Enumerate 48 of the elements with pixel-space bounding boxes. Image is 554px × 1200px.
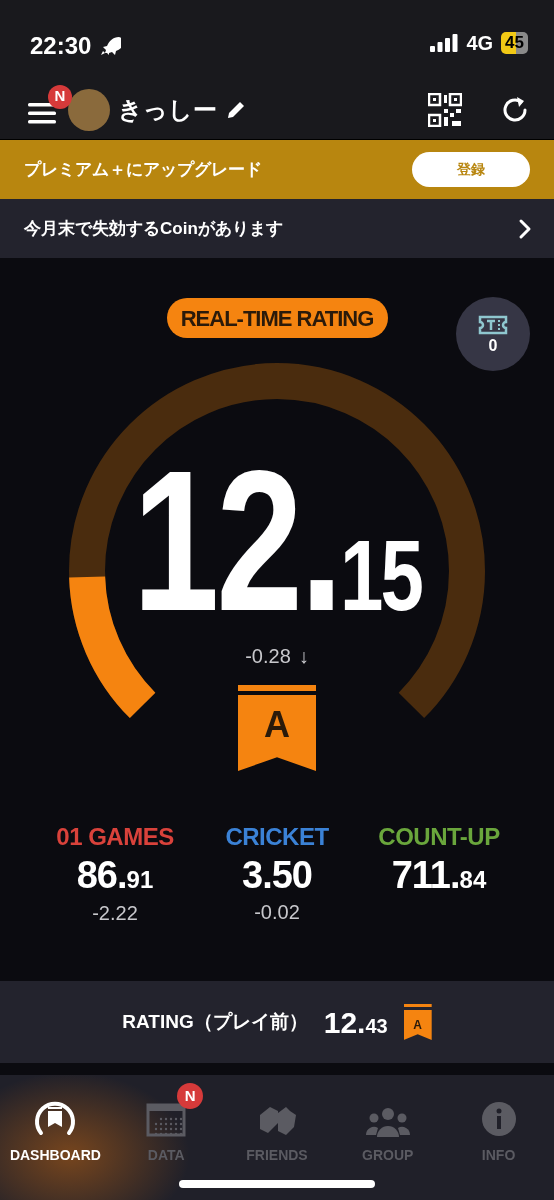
upgrade-banner-text: プレミアム＋にアップグレード bbox=[24, 158, 262, 181]
rank-ribbon: A bbox=[238, 685, 316, 771]
ticket-icon bbox=[477, 314, 509, 336]
calendar-icon bbox=[146, 1103, 187, 1137]
tab-data[interactable]: DATA N bbox=[111, 1085, 222, 1166]
rating-integer: 12. bbox=[133, 441, 341, 641]
signal-icon bbox=[430, 34, 459, 52]
network-label: 4G bbox=[466, 31, 494, 56]
previous-rating-label: RATING（プレイ前） bbox=[122, 1009, 308, 1034]
menu-button[interactable] bbox=[28, 102, 56, 125]
info-icon bbox=[480, 1101, 517, 1137]
ticket-count: 0 bbox=[488, 338, 498, 354]
user-name: きっしー bbox=[118, 94, 217, 125]
previous-rating-integer: 12. bbox=[323, 1004, 366, 1041]
trend-arrow: ↓ bbox=[298, 644, 309, 669]
notification-badge: N bbox=[177, 1083, 204, 1109]
stat-value: 3.50 bbox=[242, 855, 312, 897]
coin-notice-text: 今月末で失効するCoinがあります bbox=[24, 217, 283, 240]
status-time: 22:30 bbox=[30, 31, 92, 61]
battery-level: 45 bbox=[501, 32, 528, 54]
game-type-label: 01 GAMES bbox=[56, 822, 174, 852]
tab-friends[interactable]: FRIENDS bbox=[222, 1085, 332, 1166]
game-type-label: CRICKET bbox=[225, 822, 329, 852]
qr-code-icon[interactable] bbox=[428, 92, 462, 127]
previous-rating-decimal: 43 bbox=[365, 1014, 388, 1039]
ticket-counter[interactable]: 0 bbox=[456, 297, 530, 371]
stat-value: 86. bbox=[76, 855, 127, 897]
stat-change: -0.02 bbox=[254, 899, 300, 925]
chevron-right-icon bbox=[518, 217, 532, 240]
rating-decimal: 15 bbox=[340, 525, 421, 625]
notification-badge: N bbox=[48, 84, 72, 109]
stat-decimal: 91 bbox=[126, 866, 154, 895]
stat-value: 711. bbox=[391, 855, 460, 897]
rocket-icon bbox=[99, 35, 122, 57]
game-type-label: COUNT-UP bbox=[378, 822, 500, 852]
register-button[interactable]: 登録 bbox=[412, 152, 530, 187]
stat-change: -2.22 bbox=[92, 901, 138, 926]
stat-decimal: 84 bbox=[459, 866, 487, 895]
coin-notice-row[interactable]: 今月末で失効するCoinがあります bbox=[0, 199, 554, 258]
rank-ribbon: A bbox=[403, 1004, 432, 1040]
menu-icon bbox=[28, 102, 56, 125]
tab-info[interactable]: INFO bbox=[443, 1085, 554, 1166]
tab-group[interactable]: GROUP bbox=[332, 1085, 443, 1166]
group-icon bbox=[365, 1107, 410, 1137]
realtime-rating-label: REAL-TIME RATING bbox=[166, 298, 388, 338]
tab-dashboard[interactable]: DASHBOARD bbox=[0, 1085, 111, 1166]
avatar bbox=[68, 88, 110, 131]
rating-change: -0.28 bbox=[245, 644, 291, 669]
